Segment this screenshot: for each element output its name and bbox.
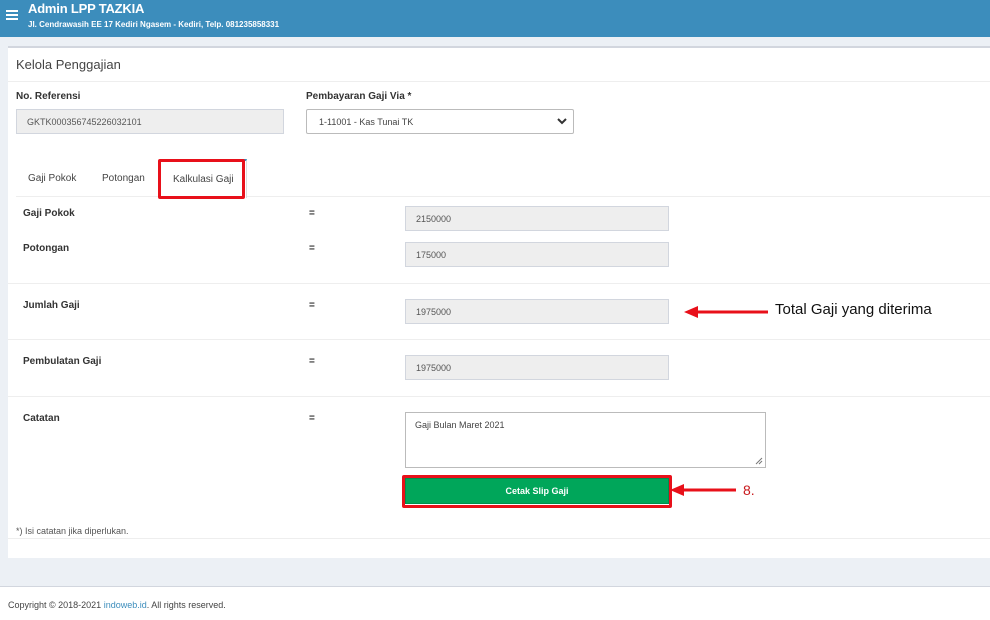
payment-via-label: Pembayaran Gaji Via * [306, 91, 412, 102]
catatan-text: Gaji Bulan Maret 2021 [415, 420, 505, 430]
step-annotation: 8. [743, 482, 755, 498]
arrow-left-icon [684, 306, 768, 318]
footer: Copyright © 2018-2021 indoweb.id. All ri… [8, 600, 226, 610]
chevron-down-icon [557, 118, 567, 125]
footnote: *) Isi catatan jika diperlukan. [16, 526, 129, 536]
footer-suffix: . All rights reserved. [146, 600, 226, 610]
jumlah-gaji-label: Jumlah Gaji [23, 300, 80, 311]
menu-icon[interactable] [6, 10, 18, 20]
ref-field: GKTK000356745226032101 [16, 109, 284, 134]
divider [8, 81, 990, 82]
top-bar: Admin LPP TAZKIA Jl. Cendrawasih EE 17 K… [0, 0, 990, 37]
catatan-label: Catatan [23, 413, 60, 424]
resize-grip-icon[interactable] [755, 457, 763, 465]
tab-highlight-box [158, 159, 245, 199]
footer-text: Copyright © 2018-2021 [8, 600, 104, 610]
app-subtitle: Jl. Cendrawasih EE 17 Kediri Ngasem - Ke… [28, 20, 280, 29]
divider [8, 396, 990, 397]
tab-gaji-pokok[interactable]: Gaji Pokok [28, 159, 76, 197]
divider [8, 339, 990, 340]
catatan-textarea[interactable]: Gaji Bulan Maret 2021 [405, 412, 766, 468]
equals-sign: = [309, 300, 315, 311]
equals-sign: = [309, 243, 315, 254]
gaji-pokok-label: Gaji Pokok [23, 208, 75, 219]
equals-sign: = [309, 356, 315, 367]
button-highlight-box [402, 475, 672, 508]
app-title: Admin LPP TAZKIA [28, 1, 145, 16]
gaji-pokok-field: 2150000 [405, 206, 669, 231]
divider [8, 283, 990, 284]
pembulatan-gaji-field: 1975000 [405, 355, 669, 380]
pembulatan-gaji-label: Pembulatan Gaji [23, 356, 102, 367]
potongan-field: 175000 [405, 242, 669, 267]
footer-link[interactable]: indoweb.id [104, 600, 147, 610]
payment-via-value: 1-11001 - Kas Tunai TK [319, 116, 414, 127]
equals-sign: = [309, 413, 315, 424]
page-title: Kelola Penggajian [16, 57, 121, 72]
total-annotation: Total Gaji yang diterima [775, 301, 932, 318]
arrow-left-icon [670, 484, 736, 496]
payment-via-select[interactable]: 1-11001 - Kas Tunai TK [306, 109, 574, 134]
jumlah-gaji-field: 1975000 [405, 299, 669, 324]
ref-label: No. Referensi [16, 91, 81, 102]
tab-potongan[interactable]: Potongan [102, 159, 145, 197]
potongan-label: Potongan [23, 243, 70, 254]
equals-sign: = [309, 208, 315, 219]
divider [8, 538, 990, 539]
